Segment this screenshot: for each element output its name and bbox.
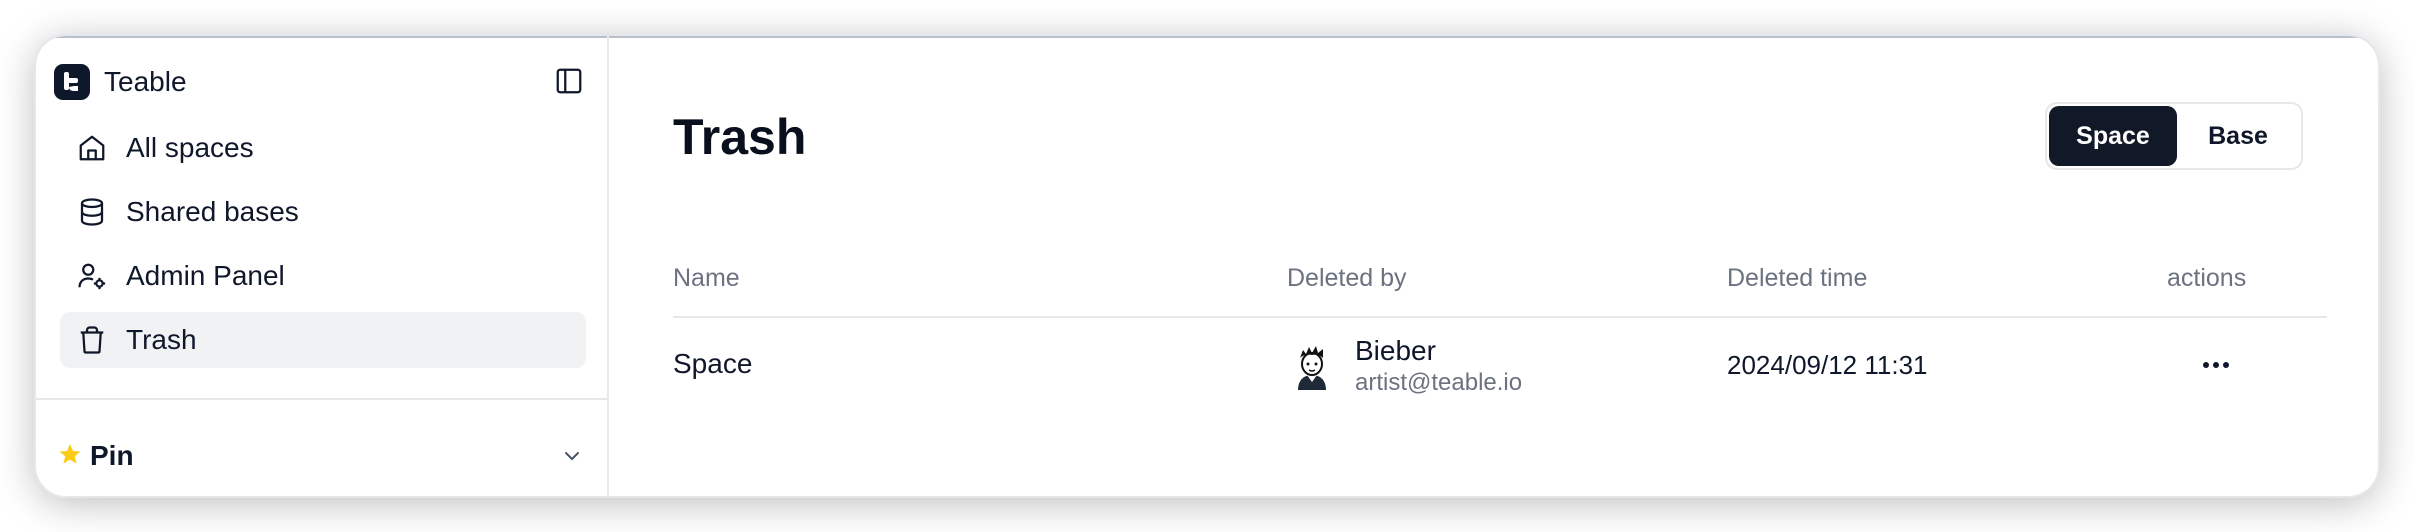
trash-icon [76, 324, 108, 356]
column-header-deleted-by: Deleted by [1287, 264, 1407, 292]
sidebar-divider [36, 398, 607, 400]
page-title: Trash [673, 109, 807, 165]
sidebar-item-admin-panel[interactable]: Admin Panel [60, 248, 586, 304]
pin-section-toggle[interactable]: Pin [58, 434, 586, 478]
sidebar-item-all-spaces[interactable]: All spaces [60, 120, 586, 176]
row-deleted-time: 2024/09/12 11:31 [1727, 350, 1928, 380]
row-name: Space [673, 348, 753, 379]
table-header: Name Deleted by Deleted time actions [673, 246, 2327, 318]
pin-label: Pin [90, 440, 134, 471]
sidebar-item-label: All spaces [126, 132, 254, 163]
column-header-deleted-time: Deleted time [1727, 264, 1868, 292]
table-row: Space Bieber artist@teable.io 2024/09/12… [673, 318, 2327, 414]
toggle-space-button[interactable]: Space [2049, 106, 2177, 166]
star-icon [58, 442, 82, 471]
trash-type-toggle: Space Base [2045, 102, 2303, 170]
panel-left-icon [556, 68, 582, 94]
toggle-base-button[interactable]: Base [2177, 106, 2299, 166]
column-header-name: Name [673, 264, 740, 292]
user-email: artist@teable.io [1355, 369, 1523, 396]
chevron-down-icon [558, 442, 586, 470]
brand[interactable]: Teable [54, 62, 187, 102]
sidebar: Teable All spaces Shared bases Admin Pan… [36, 36, 609, 496]
user-info: Bieber artist@teable.io [1355, 334, 1522, 398]
database-icon [76, 196, 108, 228]
sidebar-nav: All spaces Shared bases Admin Panel Tras… [60, 120, 586, 376]
sidebar-toggle-button[interactable] [552, 64, 586, 98]
app-name: Teable [104, 66, 187, 97]
sidebar-item-label: Shared bases [126, 196, 299, 227]
user-cog-icon [76, 260, 108, 292]
sidebar-item-trash[interactable]: Trash [60, 312, 586, 368]
app-window: Teable All spaces Shared bases Admin Pan… [36, 36, 2378, 496]
row-actions-button[interactable] [2193, 342, 2239, 388]
user-name: Bieber [1355, 335, 1436, 366]
row-deleted-by: Bieber artist@teable.io [1287, 334, 1522, 398]
avatar [1287, 341, 1337, 391]
sidebar-item-label: Trash [126, 324, 197, 355]
home-icon [76, 132, 108, 164]
main-content: Trash Space Base Name Deleted by Deleted… [609, 36, 2378, 496]
sidebar-item-shared-bases[interactable]: Shared bases [60, 184, 586, 240]
more-horizontal-icon [2203, 362, 2229, 368]
teable-logo-icon [54, 64, 90, 100]
sidebar-item-label: Admin Panel [126, 260, 285, 291]
column-header-actions: actions [2167, 264, 2247, 292]
trash-table: Name Deleted by Deleted time actions Spa… [673, 246, 2327, 414]
